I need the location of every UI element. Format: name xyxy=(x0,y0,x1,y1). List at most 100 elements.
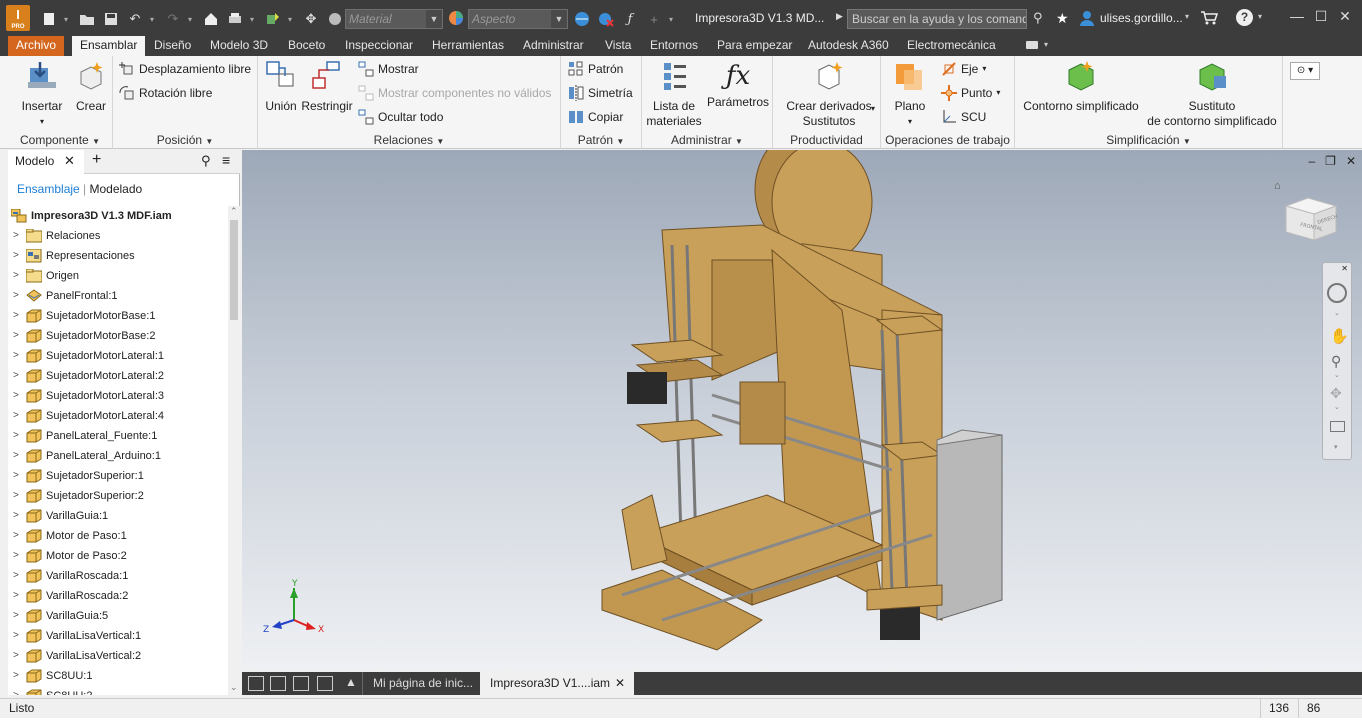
plano-button[interactable]: Plano ▾ xyxy=(887,60,933,129)
panel-administrar-title[interactable]: Administrar ▼ xyxy=(642,133,772,147)
insertar-button[interactable]: Insertar ▾ xyxy=(14,60,70,129)
tab-modelo-3d[interactable]: Modelo 3D xyxy=(202,36,276,56)
minimize-icon[interactable]: – xyxy=(1308,154,1315,168)
expand-icon[interactable]: > xyxy=(13,486,21,506)
rotacion-libre-button[interactable]: Rotación libre xyxy=(119,83,212,103)
undo-icon[interactable]: ↶ xyxy=(126,10,144,28)
expand-icon[interactable]: > xyxy=(13,386,21,406)
expand-icon[interactable]: > xyxy=(13,366,21,386)
expand-icon[interactable]: > xyxy=(13,226,21,246)
menu-icon[interactable]: ≡ xyxy=(222,152,230,168)
expand-icon[interactable]: > xyxy=(13,466,21,486)
close-icon[interactable]: ✕ xyxy=(1335,8,1355,28)
browser-scrollbar[interactable]: ⌃ ⌄ xyxy=(228,206,240,695)
ribbon-options-icon[interactable]: ⊙ ▾ xyxy=(1290,62,1320,80)
panel-posicion-title[interactable]: Posición ▼ xyxy=(113,133,257,147)
chevron-down-icon[interactable]: ⌄ xyxy=(1334,309,1340,317)
redo-dropdown-icon[interactable]: ▾ xyxy=(188,15,196,24)
close-icon[interactable]: ✕ xyxy=(1346,154,1356,168)
parametros-button[interactable]: ƒx Parámetros xyxy=(704,60,772,110)
expand-icon[interactable]: > xyxy=(13,326,21,346)
save-icon[interactable] xyxy=(102,10,120,28)
help-dropdown-icon[interactable]: ▾ xyxy=(1258,12,1262,21)
expand-icon[interactable]: > xyxy=(13,626,21,646)
scroll-thumb[interactable] xyxy=(230,220,238,320)
tab-modelo[interactable]: Modelo ✕ xyxy=(8,150,84,174)
update-dropdown-icon[interactable]: ▾ xyxy=(288,15,296,24)
expand-icon[interactable]: > xyxy=(13,426,21,446)
new-dropdown-icon[interactable]: ▾ xyxy=(64,15,72,24)
tab-electromecanica[interactable]: Electromecánica xyxy=(899,36,1004,56)
user-name[interactable]: ulises.gordillo... xyxy=(1100,11,1183,25)
tab-boceto[interactable]: Boceto xyxy=(280,36,333,56)
pan-hand-icon[interactable]: ✋ xyxy=(1330,327,1349,345)
mostrar-componentes-no-validos-button[interactable]: Mostrar componentes no válidos xyxy=(358,83,551,103)
tab-para-empezar[interactable]: Para empezar xyxy=(709,36,800,56)
ribbon-display-icon[interactable] xyxy=(1026,41,1038,49)
navbar-options-icon[interactable]: ▾ xyxy=(1334,443,1338,451)
document-list-icon[interactable]: ▲ xyxy=(345,675,357,689)
search-arrow-icon[interactable]: ▶ xyxy=(836,11,843,22)
tab-archivo[interactable]: Archivo xyxy=(8,36,65,56)
ocultar-todo-button[interactable]: Ocultar todo xyxy=(358,107,443,127)
union-button[interactable]: Unión xyxy=(262,60,300,114)
panel-relaciones-title[interactable]: Relaciones ▼ xyxy=(258,133,560,147)
crear-derivados-button[interactable]: Crear derivados Sustitutos xyxy=(779,60,879,129)
punto-button[interactable]: Punto ▾ xyxy=(941,83,1000,103)
expand-icon[interactable]: > xyxy=(13,666,21,686)
tab-entornos[interactable]: Entornos xyxy=(642,36,706,56)
print-icon[interactable] xyxy=(226,10,244,28)
add-browser-icon[interactable]: + xyxy=(92,151,101,169)
look-at-icon[interactable] xyxy=(1330,421,1345,432)
orbit-icon[interactable]: ✥ xyxy=(1330,385,1342,402)
viewcube-home-icon[interactable]: ⌂ xyxy=(1274,180,1281,192)
tab-ensamblar[interactable]: Ensamblar xyxy=(72,36,146,56)
expand-icon[interactable]: > xyxy=(13,646,21,666)
inventor-logo[interactable]: I PRO xyxy=(6,5,30,31)
search-binoculars-icon[interactable]: ⚲ xyxy=(1033,10,1043,26)
appearance-combo[interactable]: Aspecto ▼ xyxy=(468,9,568,29)
tile-windows-icon[interactable] xyxy=(270,676,286,691)
sustituto-contorno-button[interactable]: Sustituto de contorno simplificado xyxy=(1143,60,1281,129)
adjust-appearance-icon[interactable] xyxy=(573,10,591,28)
home-icon[interactable] xyxy=(202,10,220,28)
tile-vertical-icon[interactable] xyxy=(317,676,333,691)
chevron-down-icon[interactable]: ⌄ xyxy=(1334,403,1340,411)
select-filter-icon[interactable]: ✥ xyxy=(302,10,320,28)
expand-icon[interactable]: > xyxy=(13,306,21,326)
restore-icon[interactable]: ❐ xyxy=(1325,154,1336,168)
ribbon-display-dropdown-icon[interactable]: ▾ xyxy=(1044,40,1048,49)
chevron-down-icon[interactable]: ⌄ xyxy=(1334,371,1340,379)
new-file-icon[interactable] xyxy=(40,10,58,28)
tab-administrar[interactable]: Administrar xyxy=(515,36,592,56)
viewcube[interactable]: FRONTAL DERECHA xyxy=(1284,194,1338,244)
scroll-up-icon[interactable]: ⌃ xyxy=(230,206,238,217)
tab-autodesk-a360[interactable]: Autodesk A360 xyxy=(800,36,897,56)
contorno-simplificado-button[interactable]: Contorno simplificado xyxy=(1019,60,1143,114)
customize-qat-icon[interactable]: ▾ xyxy=(669,15,677,24)
crear-button[interactable]: Crear xyxy=(70,60,112,114)
expand-icon[interactable]: > xyxy=(13,686,21,695)
graphics-viewport[interactable]: – ❐ ✕ FRONTAL DERECHA ⌂ ✕ ⌄ ✋ ⚲ ⌄ ✥ ⌄ ▾ … xyxy=(242,150,1362,670)
tile-horizontal-icon[interactable] xyxy=(293,676,309,691)
close-icon[interactable]: ✕ xyxy=(615,672,625,695)
expand-icon[interactable]: > xyxy=(13,546,21,566)
update-icon[interactable] xyxy=(264,10,282,28)
panel-simplificacion-title[interactable]: Simplificación ▼ xyxy=(1015,133,1282,147)
expand-icon[interactable]: > xyxy=(13,246,21,266)
expand-icon[interactable]: > xyxy=(13,606,21,626)
expand-icon[interactable]: > xyxy=(13,406,21,426)
panel-patron-title[interactable]: Patrón ▼ xyxy=(561,133,641,147)
tab-herramientas[interactable]: Herramientas xyxy=(424,36,512,56)
open-icon[interactable] xyxy=(78,10,96,28)
store-cart-icon[interactable] xyxy=(1200,10,1219,29)
plus-icon[interactable]: + xyxy=(645,10,663,28)
expand-icon[interactable]: > xyxy=(13,266,21,286)
simetria-button[interactable]: Simetría xyxy=(568,83,633,103)
steering-wheel-icon[interactable] xyxy=(1327,283,1347,303)
fx-params-icon[interactable]: ƒ xyxy=(621,10,639,28)
maximize-icon[interactable]: ☐ xyxy=(1311,8,1331,28)
clear-appearance-icon[interactable] xyxy=(597,10,615,28)
expand-icon[interactable]: > xyxy=(13,286,21,306)
restringir-button[interactable]: Restringir xyxy=(300,60,354,114)
